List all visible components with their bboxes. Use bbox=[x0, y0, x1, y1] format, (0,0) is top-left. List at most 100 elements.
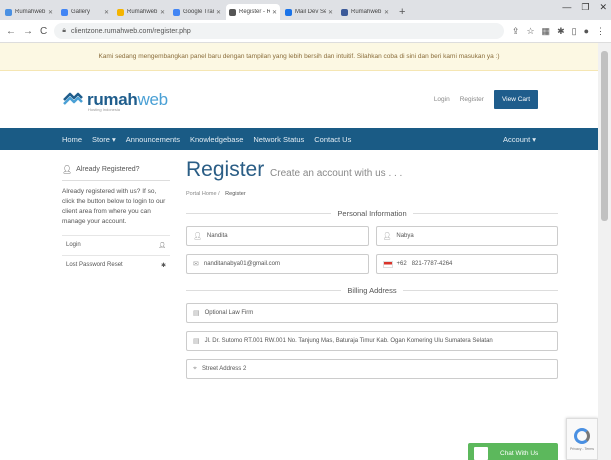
tab-close-icon[interactable]: ✕ bbox=[272, 9, 277, 16]
site-header: rumahweb Hosting Indonesia Login Registe… bbox=[0, 71, 598, 128]
back-icon[interactable]: ← bbox=[6, 26, 16, 37]
browser-tab[interactable]: Gallery ✕ bbox=[58, 4, 112, 20]
nav-knowledgebase[interactable]: Knowledgebase bbox=[190, 135, 243, 144]
tab-close-icon[interactable]: ✕ bbox=[160, 9, 165, 16]
breadcrumb-current: Register bbox=[225, 191, 246, 197]
browser-tab[interactable]: Rumahweb Client✕ bbox=[338, 4, 392, 20]
tab-favicon-icon bbox=[61, 8, 68, 16]
address2-field[interactable]: ⌖ Street Address 2 bbox=[186, 359, 558, 379]
profile-avatar-icon[interactable]: ● bbox=[584, 26, 589, 37]
phone-field[interactable]: +62 821-7787-4264 bbox=[375, 254, 558, 274]
restore-icon[interactable]: ❐ bbox=[581, 2, 589, 13]
tab-favicon-icon bbox=[341, 8, 348, 16]
tab-title: Gallery bbox=[71, 9, 91, 15]
envelope-icon: ✉ bbox=[193, 261, 199, 268]
nav-announcements[interactable]: Announcements bbox=[126, 135, 180, 144]
new-tab-button[interactable]: + bbox=[394, 6, 410, 20]
reload-icon[interactable]: C bbox=[40, 26, 47, 37]
section-personal-information: Personal Information bbox=[186, 209, 559, 218]
tab-favicon-icon bbox=[173, 8, 180, 16]
tab-title: Mail Dev Server bbox=[295, 9, 326, 15]
user-icon: 👤︎ bbox=[62, 165, 73, 174]
company-name-field[interactable]: ▤ Optional Law Firm bbox=[186, 303, 558, 323]
puzzle-icon[interactable]: ✱ bbox=[557, 26, 565, 37]
breadcrumb: Portal Home / Register bbox=[186, 191, 246, 197]
scrollbar-thumb[interactable] bbox=[601, 51, 608, 221]
login-link[interactable]: Login bbox=[434, 96, 450, 103]
indonesia-flag-icon[interactable] bbox=[382, 260, 393, 268]
tab-close-icon[interactable]: ✕ bbox=[48, 9, 53, 16]
logo-icon bbox=[63, 92, 83, 105]
url-text: clientzone.rumahweb.com/register.php bbox=[70, 27, 191, 35]
nav-store[interactable]: Store ▾ bbox=[92, 135, 116, 144]
breadcrumb-home[interactable]: Portal Home bbox=[186, 191, 217, 197]
chat-bubble-icon bbox=[474, 446, 488, 460]
tab-close-icon[interactable]: ✕ bbox=[328, 9, 333, 16]
forward-icon[interactable]: → bbox=[23, 26, 33, 37]
url-field[interactable]: 🔒︎ clientzone.rumahweb.com/register.php bbox=[54, 23, 504, 39]
sidepanel-icon[interactable]: ▯ bbox=[572, 26, 577, 37]
address1-field[interactable]: ▤ Jl. Dr. Sutomo RT.001 RW.001 No. Tanjun… bbox=[186, 331, 558, 351]
tab-title: Google Translate bbox=[183, 9, 214, 15]
first-name-field[interactable]: 👤︎ Nandita bbox=[186, 226, 369, 246]
user-icon: 👤︎ bbox=[382, 233, 392, 240]
sidebar-link-login[interactable]: Login 👤︎ bbox=[62, 235, 170, 255]
view-cart-button[interactable]: View Cart bbox=[493, 90, 538, 109]
email-field[interactable]: ✉ nanditanabya01@gmail.com bbox=[186, 254, 369, 274]
last-name-field[interactable]: 👤︎ Nabya bbox=[375, 226, 558, 246]
tab-close-icon[interactable]: ✕ bbox=[384, 9, 389, 16]
tab-favicon-icon bbox=[229, 8, 236, 16]
recaptcha-icon bbox=[574, 427, 590, 444]
browser-tab[interactable]: Rumahweb Hosting✕ bbox=[114, 4, 168, 20]
close-window-icon[interactable]: ✕ bbox=[599, 2, 607, 13]
tab-close-icon[interactable]: ✕ bbox=[216, 9, 221, 16]
tab-close-icon[interactable]: ✕ bbox=[104, 9, 109, 16]
extensions-area: ⇪ ☆ ▦ ✱ ▯ ● ⋮ bbox=[512, 26, 605, 37]
minimize-icon[interactable]: — bbox=[562, 2, 571, 13]
bookmark-star-icon[interactable]: ☆ bbox=[526, 26, 534, 37]
browser-tab[interactable]: Rumahweb (121)✕ bbox=[2, 4, 56, 20]
tab-title: Rumahweb (121) bbox=[15, 9, 46, 15]
asterisk-icon: ✱ bbox=[160, 263, 166, 269]
tab-title: Rumahweb Hosting bbox=[127, 9, 158, 15]
sidebar-body-text: Already registered with us? If so, click… bbox=[62, 188, 166, 225]
window-controls: — ❐ ✕ bbox=[562, 2, 607, 13]
browser-tab-bar: Rumahweb (121)✕Gallery✕Rumahweb Hosting✕… bbox=[0, 0, 611, 20]
nav-contact-us[interactable]: Contact Us bbox=[314, 135, 351, 144]
page-subtitle: Create an account with us . . . bbox=[270, 168, 403, 179]
nav-network-status[interactable]: Network Status bbox=[253, 135, 304, 144]
web-page: Kami sedang mengembangkan panel baru den… bbox=[0, 43, 598, 460]
tab-title: Rumahweb Client bbox=[351, 9, 382, 15]
address-bar-row: ← → C 🔒︎ clientzone.rumahweb.com/registe… bbox=[0, 20, 611, 43]
main-navbar: Home Store ▾ Announcements Knowledgebase… bbox=[0, 128, 598, 150]
browser-tab[interactable]: Register - Rumahweb✕ bbox=[226, 4, 280, 20]
map-marker-icon: ⌖ bbox=[193, 365, 197, 372]
user-icon: 👤︎ bbox=[158, 243, 166, 249]
lock-icon: 🔒︎ bbox=[62, 27, 66, 34]
chat-with-us-button[interactable]: Chat With Us bbox=[468, 443, 558, 460]
nav-account[interactable]: Account ▾ bbox=[503, 135, 536, 144]
building-icon: ▤ bbox=[193, 310, 200, 317]
phone-country-code[interactable]: +62 bbox=[397, 261, 407, 267]
tab-favicon-icon bbox=[5, 8, 12, 16]
nav-home[interactable]: Home bbox=[62, 135, 82, 144]
page-title: Register Create an account with us . . . bbox=[186, 158, 403, 181]
recaptcha-badge[interactable]: Privacy - Terms bbox=[566, 418, 598, 460]
extension-icon[interactable]: ▦ bbox=[542, 26, 551, 37]
sidebar-link-lost-password[interactable]: Lost Password Reset ✱ bbox=[62, 255, 170, 275]
browser-tab[interactable]: Mail Dev Server✕ bbox=[282, 4, 336, 20]
building-icon: ▤ bbox=[193, 338, 200, 345]
share-icon[interactable]: ⇪ bbox=[512, 26, 520, 37]
menu-icon[interactable]: ⋮ bbox=[596, 26, 605, 37]
user-icon: 👤︎ bbox=[193, 233, 202, 240]
register-main: Register Create an account with us . . .… bbox=[186, 158, 559, 387]
browser-tab[interactable]: Google Translate✕ bbox=[170, 4, 224, 20]
register-link[interactable]: Register bbox=[460, 96, 484, 103]
page-scrollbar[interactable] bbox=[598, 43, 611, 460]
sidebar-heading: 👤︎ Already Registered? bbox=[62, 159, 170, 181]
section-billing-address: Billing Address bbox=[186, 286, 559, 295]
notice-banner[interactable]: Kami sedang mengembangkan panel baru den… bbox=[0, 43, 598, 71]
sidebar-panel: 👤︎ Already Registered? Already registere… bbox=[62, 159, 170, 275]
tab-favicon-icon bbox=[117, 8, 124, 16]
tab-title: Register - Rumahweb bbox=[239, 9, 270, 15]
